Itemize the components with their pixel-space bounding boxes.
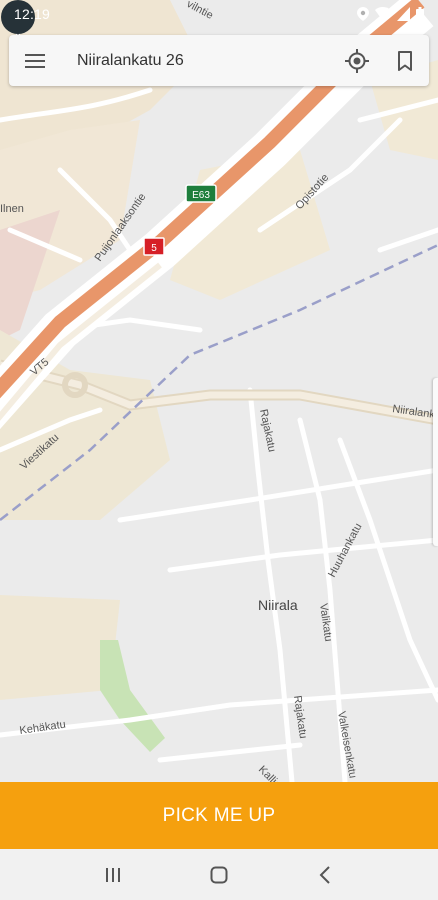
location-status-icon [357, 7, 369, 21]
recent-apps-button[interactable] [83, 855, 143, 895]
battery-icon [416, 7, 424, 21]
menu-button[interactable] [9, 35, 61, 86]
wifi-icon [375, 7, 391, 21]
street-label-ilnen: Ilnen [0, 203, 24, 215]
locate-button[interactable] [333, 35, 381, 86]
side-drawer-handle[interactable] [433, 378, 438, 546]
bookmark-button[interactable] [381, 35, 429, 86]
back-icon [319, 865, 330, 884]
status-time: 12:19 [14, 6, 51, 22]
map-view[interactable]: Puijonlaaksontie Opistotie Viestikatu Ra… [0, 0, 438, 782]
road-shield-e63: E63 [185, 184, 217, 203]
road-shield-5-text: 5 [151, 243, 157, 254]
signal-icon [397, 7, 410, 21]
address-search-bar[interactable]: Niiralankatu 26 [9, 35, 429, 86]
home-button[interactable] [189, 855, 249, 895]
recent-apps-icon [106, 867, 120, 882]
bookmark-icon [398, 50, 412, 71]
pick-me-up-button[interactable]: PICK ME UP [0, 782, 438, 849]
address-text[interactable]: Niiralankatu 26 [61, 52, 333, 70]
status-bar: 12:19 [0, 0, 438, 28]
menu-icon [25, 53, 45, 68]
back-button[interactable] [295, 855, 355, 895]
road-shield-5: 5 [143, 237, 165, 256]
map-canvas: Puijonlaaksontie Opistotie Viestikatu Ra… [0, 0, 438, 782]
system-nav-bar [0, 849, 438, 900]
road-shield-e63-text: E63 [192, 190, 210, 201]
district-label: Niirala [258, 597, 298, 613]
home-icon [210, 866, 228, 883]
crosshair-icon [345, 48, 369, 73]
status-icons [357, 7, 424, 21]
